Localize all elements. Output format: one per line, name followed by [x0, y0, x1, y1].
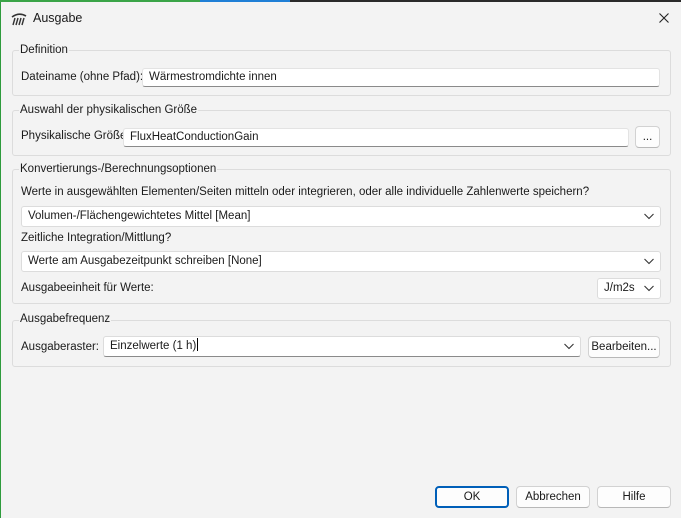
time-integration-label: Zeitliche Integration/Mittlung? [21, 232, 172, 244]
app-logo-icon [11, 11, 27, 27]
unit-select[interactable]: J/m2s [597, 278, 661, 299]
averaging-select[interactable]: Volumen-/Flächengewichtetes Mittel [Mean… [21, 206, 661, 227]
averaging-select-value: Volumen-/Flächengewichtetes Mittel [Mean… [28, 210, 251, 222]
title-bar: Ausgabe [1, 2, 681, 34]
cancel-button[interactable]: Abbrechen [516, 486, 590, 508]
help-button[interactable]: Hilfe [597, 486, 671, 508]
edit-button[interactable]: Bearbeiten... [588, 336, 660, 358]
text-caret [197, 338, 199, 351]
output-grid-select-value: Einzelwerte (1 h) [110, 340, 197, 352]
time-integration-select[interactable]: Werte am Ausgabezeitpunkt schreiben [Non… [21, 251, 661, 272]
output-grid-label: Ausgaberaster: [21, 341, 99, 353]
filename-input[interactable]: Wärmestromdichte innen [142, 68, 660, 87]
chevron-down-icon [564, 343, 574, 350]
close-button[interactable] [649, 6, 679, 30]
browse-button[interactable]: ... [635, 126, 660, 148]
unit-select-value: J/m2s [604, 282, 635, 294]
output-grid-select[interactable]: Einzelwerte (1 h) [103, 336, 581, 357]
physical-quantity-legend: Auswahl der physikalischen Größe [19, 104, 199, 116]
quantity-input[interactable]: FluxHeatConductionGain [123, 128, 629, 147]
definition-legend: Definition [19, 44, 69, 56]
frequency-legend: Ausgabefrequenz [19, 313, 112, 325]
averaging-question-label: Werte in ausgewählten Elementen/Seiten m… [21, 186, 590, 198]
chevron-down-icon [644, 258, 654, 265]
filename-label: Dateiname (ohne Pfad): [21, 71, 144, 83]
chevron-down-icon [644, 285, 654, 292]
conversion-legend: Konvertierungs-/Berechnungsoptionen [19, 163, 218, 175]
unit-label: Ausgabeeinheit für Werte: [21, 282, 154, 294]
ok-button[interactable]: OK [435, 486, 509, 508]
window-title: Ausgabe [33, 11, 83, 25]
chevron-down-icon [644, 213, 654, 220]
quantity-label: Physikalische Größe: [21, 130, 130, 142]
close-icon [659, 13, 669, 23]
time-integration-select-value: Werte am Ausgabezeitpunkt schreiben [Non… [28, 255, 262, 267]
dialog-window: Ausgabe Definition Dateiname (ohne Pfad)… [1, 2, 681, 518]
